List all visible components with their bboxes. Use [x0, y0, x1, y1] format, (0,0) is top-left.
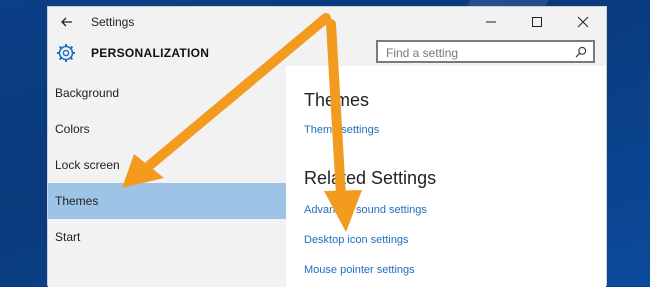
sidebar-item-start[interactable]: Start: [48, 219, 286, 255]
gear-icon: [57, 44, 75, 62]
title-bar: Settings: [48, 7, 606, 37]
minimize-button[interactable]: [468, 7, 514, 37]
close-icon: [577, 16, 589, 28]
search-icon[interactable]: [575, 46, 587, 58]
sidebar-item-label: Background: [55, 86, 120, 100]
mouse-pointer-settings-link[interactable]: Mouse pointer settings: [304, 264, 415, 276]
sidebar-item-label: Themes: [55, 194, 99, 208]
main-content: Themes Theme settings Related Settings A…: [286, 66, 606, 287]
back-button[interactable]: [58, 13, 76, 31]
sidebar-item-themes[interactable]: Themes: [48, 183, 286, 219]
theme-settings-link[interactable]: Theme settings: [304, 124, 379, 136]
window-title: Settings: [91, 15, 135, 29]
sidebar-item-label: Lock screen: [55, 158, 120, 172]
desktop-icon-settings-link[interactable]: Desktop icon settings: [304, 234, 409, 246]
page-title: PERSONALIZATION: [91, 46, 210, 60]
search-input[interactable]: [384, 44, 568, 62]
settings-window: Settings PERSONALIZATION Find a setting …: [47, 6, 607, 287]
sidebar-item-colors[interactable]: Colors: [48, 111, 286, 147]
sidebar: Background Colors Lock screen Themes Sta…: [48, 75, 286, 287]
search-box[interactable]: [376, 40, 595, 63]
maximize-button[interactable]: [514, 7, 560, 37]
close-button[interactable]: [560, 7, 606, 37]
sidebar-item-lock-screen[interactable]: Lock screen: [48, 147, 286, 183]
section-title-themes: Themes: [304, 90, 370, 110]
sidebar-item-background[interactable]: Background: [48, 75, 286, 111]
sidebar-item-label: Start: [55, 230, 81, 244]
back-arrow-icon: [61, 17, 72, 27]
advanced-sound-settings-link[interactable]: Advanced sound settings: [304, 204, 427, 216]
sidebar-item-label: Colors: [55, 122, 90, 136]
minimize-icon: [486, 21, 496, 23]
maximize-icon: [532, 17, 542, 27]
section-title-related-settings: Related Settings: [304, 168, 437, 188]
